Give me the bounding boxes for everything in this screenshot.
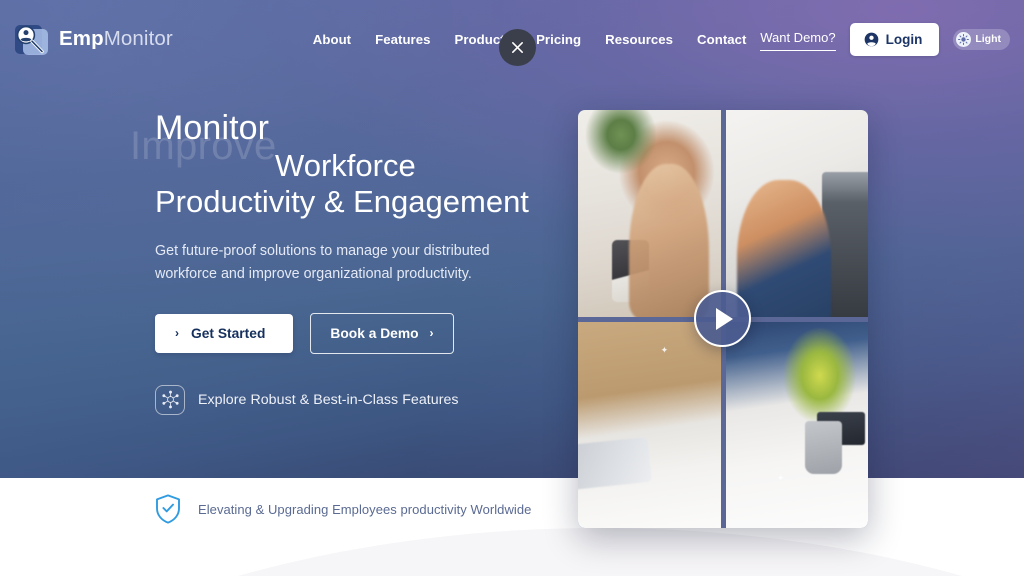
book-demo-button-label: Book a Demo bbox=[330, 325, 419, 341]
hero-subtitle: Get future-proof solutions to manage you… bbox=[155, 242, 490, 282]
photo-accent bbox=[612, 240, 650, 303]
explore-icon-wrap bbox=[155, 384, 185, 415]
explore-features-label: Explore Robust & Best-in-Class Features bbox=[198, 391, 459, 408]
chevron-right-icon: › bbox=[429, 326, 434, 341]
worldwide-badge-text: Elevating & Upgrading Employees producti… bbox=[198, 501, 532, 517]
magnifier-person-icon bbox=[16, 25, 44, 54]
theme-toggle-label: Light bbox=[975, 33, 1001, 45]
grid-photo-bottom-right: ✦ bbox=[725, 321, 868, 528]
hero-cta-row: › Get Started Book a Demo › bbox=[155, 312, 575, 354]
headline-word-rotator: Improve Monitor Workforce bbox=[130, 109, 575, 182]
landing-page: EmpMonitor About Features Products Prici… bbox=[0, 0, 1024, 576]
book-demo-button[interactable]: Book a Demo › bbox=[310, 312, 454, 354]
shield-check-icon bbox=[156, 494, 180, 524]
login-button[interactable]: Login bbox=[849, 22, 940, 56]
network-nodes-icon bbox=[161, 391, 179, 409]
close-icon bbox=[512, 42, 523, 53]
want-demo-link[interactable]: Want Demo? bbox=[760, 30, 836, 51]
get-started-button-label: Get Started bbox=[191, 325, 266, 341]
brand-name-bold: Emp bbox=[59, 27, 104, 50]
nav-item-features[interactable]: Features bbox=[363, 26, 442, 53]
grid-photo-top-right bbox=[725, 110, 868, 317]
brand-name: EmpMonitor bbox=[59, 27, 173, 51]
hero-headline: Improve Monitor Workforce Productivity &… bbox=[130, 109, 575, 220]
logo-mark bbox=[12, 21, 48, 57]
sparkle-icon: ✦ bbox=[660, 345, 669, 356]
nav-item-about[interactable]: About bbox=[301, 26, 363, 53]
sun-gear-icon bbox=[958, 33, 970, 45]
sparkle-icon: ✦ bbox=[776, 473, 785, 484]
hero-content: Improve Monitor Workforce Productivity &… bbox=[130, 109, 575, 415]
brand-logo[interactable]: EmpMonitor bbox=[12, 21, 173, 57]
nav-item-contact[interactable]: Contact bbox=[685, 26, 758, 53]
play-icon bbox=[716, 307, 733, 330]
headline-rotating-word-active: Monitor bbox=[155, 109, 270, 147]
sparkle-icon: ✦ bbox=[606, 469, 615, 480]
worldwide-badge: Elevating & Upgrading Employees producti… bbox=[155, 494, 531, 524]
theme-toggle[interactable]: Light bbox=[953, 28, 1010, 50]
grid-photo-top-left bbox=[578, 110, 721, 317]
chevron-right-icon: › bbox=[175, 326, 179, 341]
login-button-label: Login bbox=[885, 31, 923, 47]
headline-line-2: Workforce bbox=[275, 148, 416, 183]
brand-name-light: Monitor bbox=[103, 27, 173, 50]
explore-features-link[interactable]: Explore Robust & Best-in-Class Features bbox=[155, 384, 575, 415]
theme-toggle-knob bbox=[956, 31, 972, 47]
nav-item-resources[interactable]: Resources bbox=[593, 26, 685, 53]
below-hero-section: Elevating & Upgrading Employees producti… bbox=[0, 478, 1024, 576]
nav-right-actions: Want Demo? Login Light bbox=[760, 22, 1010, 56]
decorative-arc bbox=[0, 528, 1024, 576]
play-video-button[interactable] bbox=[694, 290, 751, 347]
headline-line-3: Productivity & Engagement bbox=[155, 184, 529, 219]
get-started-button[interactable]: › Get Started bbox=[155, 313, 294, 353]
photo-accent bbox=[816, 412, 866, 446]
user-circle-icon bbox=[864, 32, 878, 46]
photo-accent bbox=[822, 171, 868, 317]
grid-photo-bottom-left: ✦ ✦ bbox=[578, 321, 721, 528]
close-button[interactable] bbox=[499, 29, 536, 66]
